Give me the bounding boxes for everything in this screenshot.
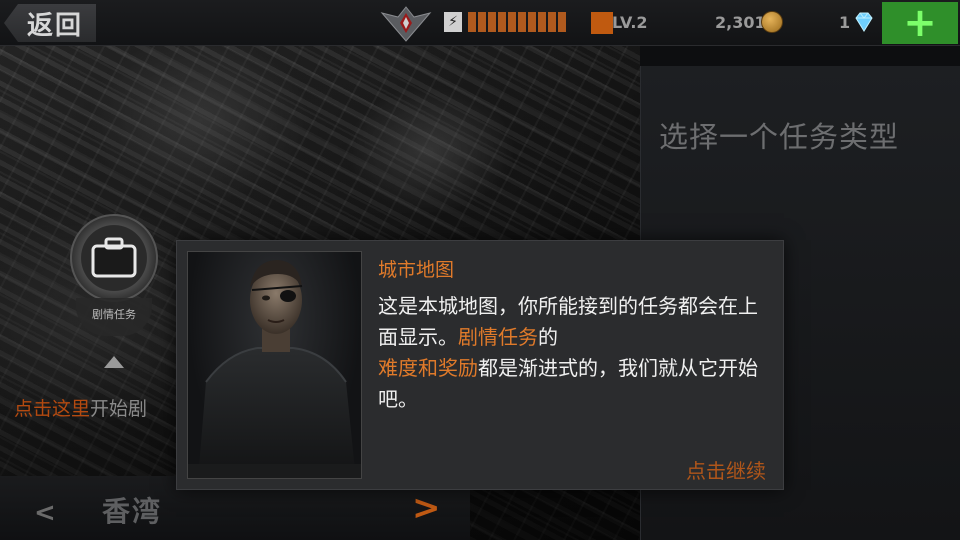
coin-icon <box>761 11 783 33</box>
energy-segment <box>518 12 526 32</box>
energy-segment <box>528 12 536 32</box>
plus-icon: + <box>903 0 937 46</box>
map-hint-text: 开始剧 <box>90 398 148 420</box>
energy-bar <box>468 12 566 32</box>
dialog-body: 这是本城地图，你所能接到的任务都会在上面显示。剧情任务的 难度和奖励都是渐进式的，… <box>378 291 768 415</box>
energy-segment <box>538 12 546 32</box>
level-icon <box>591 12 613 34</box>
briefcase-icon <box>91 237 137 278</box>
map-hint-highlight: 点击这里 <box>14 398 91 420</box>
map-hint[interactable]: 点击这里开始剧 <box>14 394 147 421</box>
top-bar: 返回 ⚡ LV.2 2,301 1 + <box>0 0 960 46</box>
commander-portrait <box>187 251 362 479</box>
add-currency-button[interactable]: + <box>882 2 958 44</box>
energy-segment <box>468 12 476 32</box>
energy-icon: ⚡ <box>444 12 462 32</box>
tutorial-dialog[interactable]: 城市地图 这是本城地图，你所能接到的任务都会在上面显示。剧情任务的 难度和奖励都是… <box>176 240 784 490</box>
dialog-highlight-difficulty-rewards: 难度和奖励 <box>378 356 478 380</box>
dialog-body-text-2: 的 <box>538 325 558 349</box>
back-button-label: 返回 <box>26 10 83 41</box>
energy-segment <box>488 12 496 32</box>
energy-segment <box>478 12 486 32</box>
back-button[interactable]: 返回 <box>4 4 96 42</box>
coin-count: 2,301 <box>715 13 766 32</box>
diamond-icon <box>855 12 873 32</box>
energy-segment <box>498 12 506 32</box>
story-mission-pin[interactable]: 剧情任务 <box>70 214 158 374</box>
energy-segment <box>508 12 516 32</box>
region-next-button[interactable]: > <box>412 488 441 528</box>
rank-emblem-icon[interactable] <box>380 3 432 43</box>
gem-count: 1 <box>839 13 851 32</box>
energy-segment <box>548 12 556 32</box>
dialog-body-text-1: 这是本城地图，你所能接到的任务都会在上面显示。 <box>378 294 758 349</box>
pin-pointer-icon <box>104 356 124 368</box>
mission-type-heading: 选择一个任务类型 <box>659 120 900 154</box>
region-prev-button[interactable]: < <box>34 498 56 528</box>
pin-label: 剧情任务 <box>92 308 136 321</box>
dialog-highlight-story-mission: 剧情任务 <box>458 325 538 349</box>
continue-button[interactable]: 点击继续 <box>686 455 766 484</box>
player-level: LV.2 <box>612 13 648 32</box>
pin-circle <box>70 214 158 302</box>
region-name: 香湾 <box>102 495 163 528</box>
energy-segment <box>558 12 566 32</box>
dialog-title: 城市地图 <box>378 259 455 281</box>
